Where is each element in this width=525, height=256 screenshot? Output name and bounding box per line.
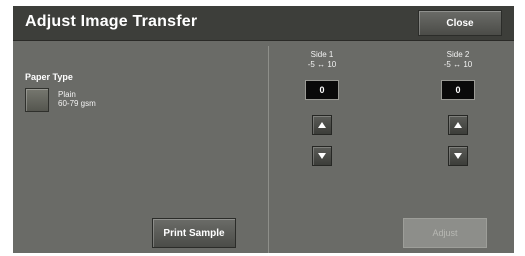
- side-2-label: Side 2: [446, 50, 470, 59]
- side-1-range: -5 ↔ 10: [307, 60, 337, 69]
- up-arrow-icon: [318, 122, 326, 128]
- adjust-button[interactable]: Adjust: [403, 218, 487, 248]
- paper-type-button[interactable]: [25, 88, 49, 112]
- side-2-range: -5 ↔ 10: [443, 60, 473, 69]
- side-2-decrease-button[interactable]: [448, 146, 468, 166]
- side-1-label: Side 1: [310, 50, 334, 59]
- paper-type-weight: 60-79 gsm: [58, 99, 96, 108]
- side-2-increase-button[interactable]: [448, 115, 468, 135]
- panel-divider: [268, 46, 269, 253]
- print-sample-button[interactable]: Print Sample: [152, 218, 236, 248]
- close-button[interactable]: Close: [418, 10, 502, 36]
- up-arrow-icon: [454, 122, 462, 128]
- side-1-value: 0: [305, 80, 339, 100]
- title-bar: Adjust Image Transfer Close: [13, 6, 514, 41]
- paper-type-heading: Paper Type: [25, 72, 73, 82]
- paper-type-name: Plain: [58, 90, 76, 99]
- side-1-increase-button[interactable]: [312, 115, 332, 135]
- page-title: Adjust Image Transfer: [25, 13, 198, 30]
- down-arrow-icon: [318, 153, 326, 159]
- down-arrow-icon: [454, 153, 462, 159]
- adjust-image-transfer-screen: Adjust Image Transfer Close Paper Type P…: [13, 6, 514, 253]
- side-2-value: 0: [441, 80, 475, 100]
- side-1-decrease-button[interactable]: [312, 146, 332, 166]
